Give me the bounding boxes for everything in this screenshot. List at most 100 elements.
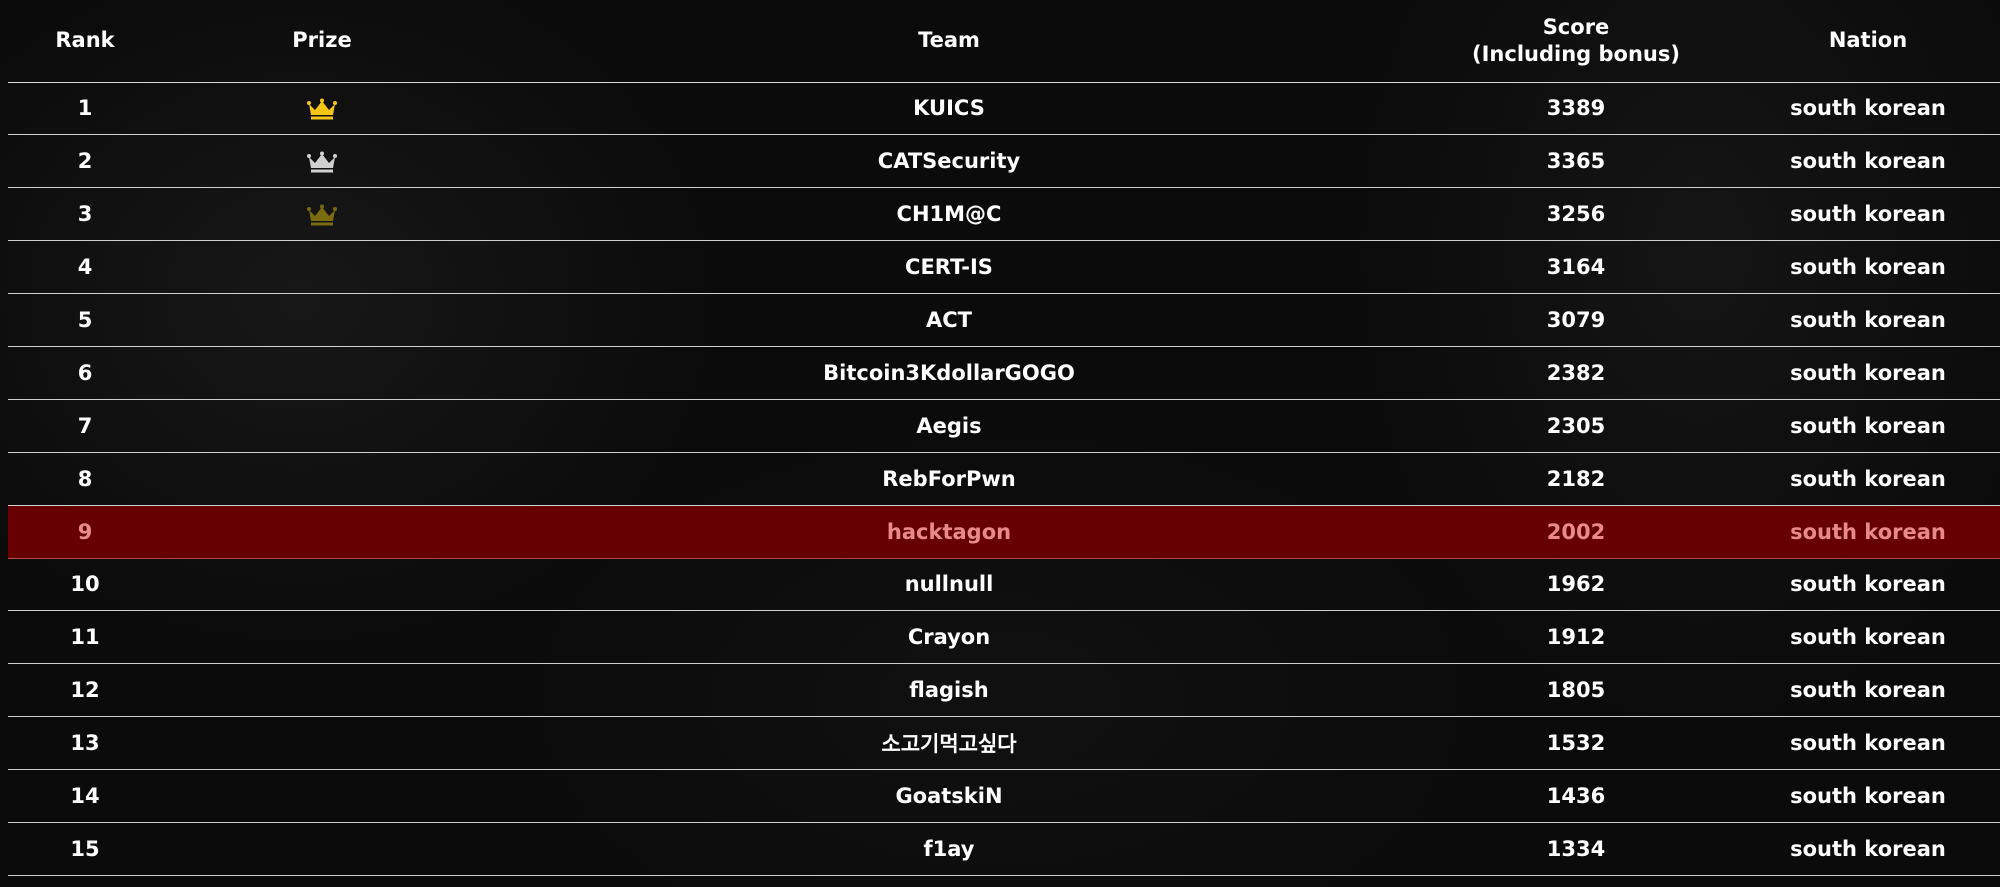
nation-cell: south korean <box>1790 202 1946 227</box>
scoreboard-body: 1 KUICS 3389 south korean 2 CATSecurity … <box>8 82 2000 876</box>
crown-silver-icon <box>307 151 337 173</box>
team-cell[interactable]: GoatskiN <box>482 770 1416 823</box>
rank-cell: 9 <box>77 519 93 544</box>
prize-header[interactable]: Prize <box>162 0 482 82</box>
score-cell: 2182 <box>1546 466 1606 491</box>
score-header-title: Score <box>1542 14 1610 39</box>
rank-cell: 8 <box>77 466 93 491</box>
header-row: Rank Prize Team Score (Including bonus) … <box>8 0 2000 82</box>
rank-cell: 1 <box>77 96 93 121</box>
nation-cell: south korean <box>1790 96 1946 121</box>
nation-cell: south korean <box>1790 731 1946 756</box>
score-cell: 1805 <box>1546 678 1606 703</box>
rank-cell: 5 <box>77 308 93 332</box>
team-cell[interactable]: hacktagon <box>482 505 1416 558</box>
score-cell: 3365 <box>1546 149 1606 174</box>
nation-cell: south korean <box>1790 625 1946 650</box>
team-cell[interactable]: Bitcoin3KdollarGOGO <box>482 346 1416 399</box>
prize-cell <box>162 822 482 875</box>
prize-cell <box>162 294 482 347</box>
rank-cell: 12 <box>70 678 100 703</box>
score-cell: 1912 <box>1546 625 1606 650</box>
score-cell: 1436 <box>1546 784 1606 809</box>
team-cell[interactable]: nullnull <box>482 558 1416 611</box>
nation-cell: south korean <box>1790 413 1946 438</box>
nation-cell: south korean <box>1790 678 1946 703</box>
table-row[interactable]: 7 Aegis 2305 south korean <box>8 399 2000 453</box>
rank-cell: 14 <box>70 784 100 809</box>
score-cell: 1962 <box>1546 572 1606 597</box>
score-cell: 2002 <box>1546 519 1606 544</box>
nation-cell: south korean <box>1790 572 1946 597</box>
team-cell[interactable]: Crayon <box>482 611 1416 664</box>
score-cell: 1334 <box>1546 836 1606 861</box>
score-cell: 2382 <box>1546 360 1606 385</box>
team-cell[interactable]: CATSecurity <box>482 135 1416 188</box>
table-row[interactable]: 6 Bitcoin3KdollarGOGO 2382 south korean <box>8 346 2000 400</box>
nation-cell: south korean <box>1790 308 1946 332</box>
prize-cell <box>162 399 482 452</box>
score-cell: 3389 <box>1546 96 1606 121</box>
rank-cell: 3 <box>77 202 93 227</box>
rank-cell: 15 <box>70 836 100 861</box>
nation-header[interactable]: Nation <box>1736 0 2000 82</box>
team-cell[interactable]: ACT <box>482 294 1416 347</box>
score-cell: 3079 <box>1546 308 1606 332</box>
prize-cell <box>162 82 482 135</box>
prize-cell <box>162 770 482 823</box>
table-row[interactable]: 3 CH1M@C 3256 south korean <box>8 188 2000 241</box>
table-row[interactable]: 2 CATSecurity 3365 south korean <box>8 135 2000 188</box>
rank-cell: 4 <box>77 255 93 280</box>
table-row[interactable]: 10 nullnull 1962 south korean <box>8 558 2000 611</box>
team-cell[interactable]: RebForPwn <box>482 452 1416 505</box>
rank-cell: 13 <box>70 731 100 756</box>
crown-gold-icon <box>307 98 337 120</box>
team-cell[interactable]: CH1M@C <box>482 188 1416 241</box>
table-row[interactable]: 15 f1ay 1334 south korean <box>8 822 2000 876</box>
table-row[interactable]: 4 CERT-IS 3164 south korean <box>8 241 2000 294</box>
prize-cell <box>162 717 482 770</box>
team-cell[interactable]: Aegis <box>482 399 1416 452</box>
nation-cell: south korean <box>1790 255 1946 280</box>
team-cell[interactable]: flagish <box>482 664 1416 717</box>
prize-cell <box>162 135 482 188</box>
prize-cell <box>162 664 482 717</box>
table-row[interactable]: 1 KUICS 3389 south korean <box>8 82 2000 135</box>
prize-cell <box>162 505 482 558</box>
nation-cell: south korean <box>1790 519 1946 544</box>
rank-cell: 11 <box>70 625 100 650</box>
nation-cell: south korean <box>1790 466 1946 491</box>
prize-cell <box>162 611 482 664</box>
rank-cell: 10 <box>70 572 100 597</box>
table-row[interactable]: 14 GoatskiN 1436 south korean <box>8 770 2000 823</box>
score-header-subtitle: (Including bonus) <box>1472 41 1680 66</box>
score-cell: 3164 <box>1546 255 1606 280</box>
table-row-highlighted[interactable]: 9 hacktagon 2002 south korean <box>8 505 2000 559</box>
score-cell: 1532 <box>1546 731 1606 756</box>
score-cell: 2305 <box>1546 413 1606 438</box>
rank-cell: 6 <box>77 360 93 385</box>
team-cell[interactable]: KUICS <box>482 82 1416 135</box>
table-row[interactable]: 11 Crayon 1912 south korean <box>8 611 2000 664</box>
table-row[interactable]: 13 소고기먹고싶다 1532 south korean <box>8 717 2000 770</box>
score-header[interactable]: Score (Including bonus) <box>1416 0 1736 82</box>
team-header[interactable]: Team <box>482 0 1416 82</box>
table-row[interactable]: 8 RebForPwn 2182 south korean <box>8 452 2000 506</box>
table-row[interactable]: 5 ACT 3079 south korean <box>8 294 2000 347</box>
prize-cell <box>162 188 482 241</box>
scoreboard-table: Rank Prize Team Score (Including bonus) … <box>8 0 2000 876</box>
prize-cell <box>162 558 482 611</box>
team-cell[interactable]: 소고기먹고싶다 <box>482 717 1416 770</box>
team-cell[interactable]: CERT-IS <box>482 241 1416 294</box>
table-row[interactable]: 12 flagish 1805 south korean <box>8 664 2000 717</box>
nation-cell: south korean <box>1790 784 1946 809</box>
crown-bronze-icon <box>307 204 337 226</box>
scoreboard-page: Rank Prize Team Score (Including bonus) … <box>0 0 2000 887</box>
prize-cell <box>162 452 482 505</box>
prize-cell <box>162 241 482 294</box>
nation-cell: south korean <box>1790 360 1946 385</box>
rank-cell: 2 <box>77 149 93 174</box>
team-cell[interactable]: f1ay <box>482 822 1416 875</box>
nation-cell: south korean <box>1790 149 1946 174</box>
rank-header[interactable]: Rank <box>8 0 162 82</box>
